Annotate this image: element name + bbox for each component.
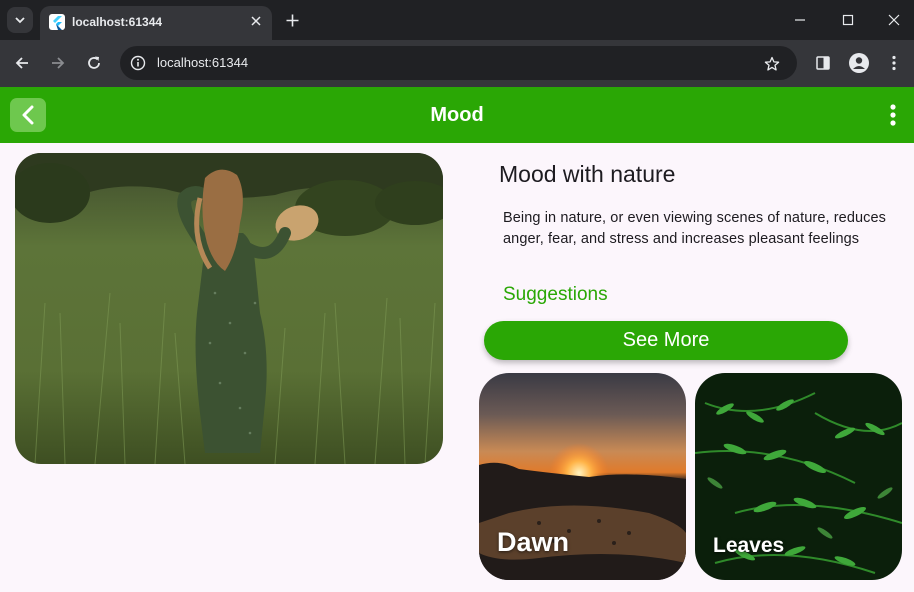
tab-close-button[interactable] (248, 13, 264, 29)
close-window-button[interactable] (880, 6, 908, 34)
url-text[interactable]: localhost:61344 (157, 55, 248, 70)
plus-icon (286, 14, 298, 26)
arrow-left-icon (15, 57, 28, 69)
minimize-button[interactable] (786, 6, 814, 34)
close-icon (888, 14, 900, 26)
close-icon (251, 16, 261, 26)
suggestion-card-dawn[interactable]: Dawn (479, 373, 686, 580)
forward-button[interactable] (45, 50, 71, 76)
card-label-leaves: Leaves (713, 534, 785, 557)
app-menu-button[interactable] (882, 103, 904, 127)
browser-menu-button[interactable] (881, 50, 907, 76)
maximize-button[interactable] (834, 6, 862, 34)
tab-search-button[interactable] (7, 7, 33, 33)
mood-description: Being in nature, or even viewing scenes … (503, 210, 887, 247)
star-icon (764, 56, 780, 71)
browser-tab[interactable]: localhost:61344 (40, 6, 272, 40)
info-icon[interactable] (128, 53, 148, 73)
profile-button[interactable] (846, 50, 872, 76)
back-button[interactable] (9, 50, 35, 76)
chevron-down-icon (15, 17, 25, 24)
address-bar[interactable]: localhost:61344 (120, 46, 797, 80)
browser-toolbar: localhost:61344 (0, 40, 914, 87)
mood-title: Mood with nature (499, 161, 676, 187)
app-bar: Mood (0, 87, 914, 143)
bookmark-button[interactable] (761, 53, 783, 75)
arrow-right-icon (52, 57, 65, 69)
maximize-icon (842, 14, 854, 26)
side-panel-button[interactable] (810, 50, 836, 76)
kebab-menu-icon (890, 104, 896, 126)
see-more-button[interactable]: See More (484, 321, 848, 360)
hero-image (15, 153, 443, 464)
new-tab-button[interactable] (282, 10, 302, 30)
side-panel-icon (816, 56, 830, 70)
reload-button[interactable] (81, 50, 107, 76)
reload-icon (88, 56, 100, 69)
minimize-icon (795, 19, 805, 21)
card-label-dawn: Dawn (497, 527, 570, 557)
profile-icon (849, 53, 869, 73)
browser-tab-strip: localhost:61344 (0, 0, 914, 40)
flutter-icon (49, 14, 65, 30)
suggestion-card-leaves[interactable]: Leaves (695, 373, 902, 580)
kebab-menu-icon (892, 55, 896, 71)
page-title: Mood (430, 104, 484, 126)
tab-title: localhost:61344 (72, 15, 163, 29)
suggestions-heading: Suggestions (503, 284, 608, 305)
